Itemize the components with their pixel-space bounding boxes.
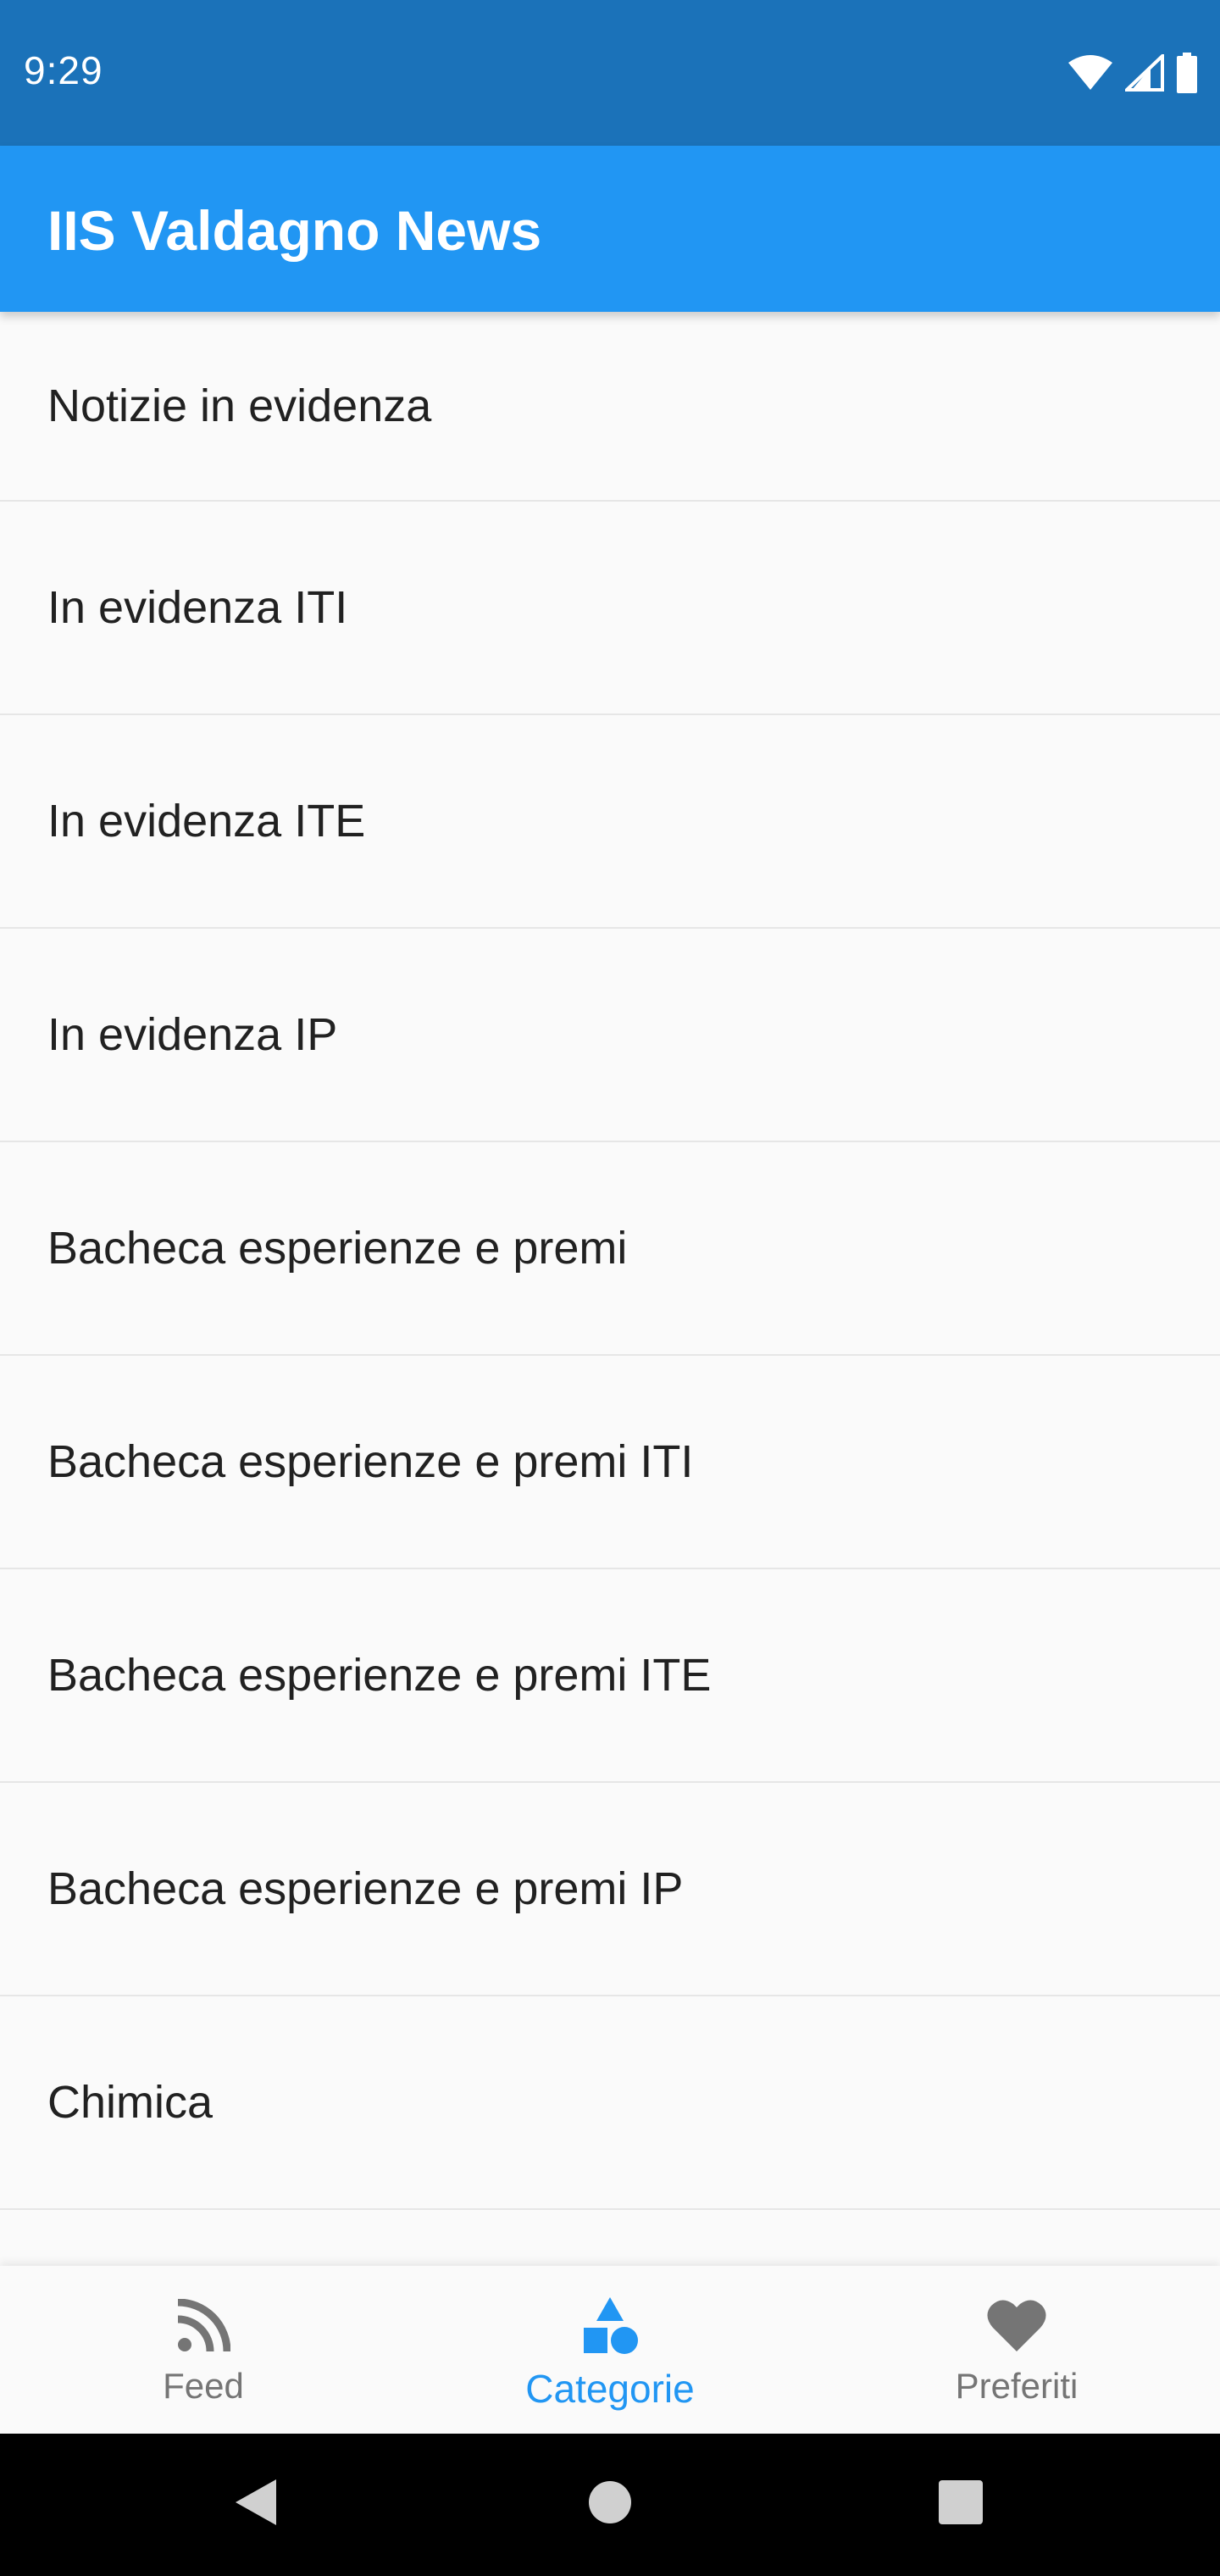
category-label: Bacheca esperienze e premi IP [47, 1863, 684, 1914]
category-label: In evidenza IP [47, 1009, 338, 1060]
bottom-navigation: Feed Categorie Preferiti [0, 2266, 1220, 2434]
category-item[interactable]: Bacheca esperienze e premi [0, 1142, 1220, 1356]
nav-label-categorie: Categorie [525, 2367, 695, 2411]
wifi-icon [1068, 55, 1112, 90]
category-label: In evidenza ITE [47, 796, 366, 847]
category-item[interactable]: In evidenza ITE [0, 715, 1220, 929]
category-item[interactable]: Bacheca esperienze e premi ITI [0, 1356, 1220, 1569]
category-label: Chimica [47, 2077, 214, 2128]
category-label: Bacheca esperienze e premi ITE [47, 1650, 712, 1701]
cellular-signal-icon [1125, 54, 1164, 92]
system-navigation-bar [0, 2434, 1220, 2576]
nav-item-feed[interactable]: Feed [0, 2266, 407, 2434]
category-item[interactable]: Chimica [0, 1996, 1220, 2210]
status-time: 9:29 [24, 48, 103, 92]
category-shapes-icon [584, 2297, 638, 2354]
app-title: IIS Valdagno News [47, 199, 542, 262]
nav-label-feed: Feed [163, 2366, 244, 2406]
nav-label-preferiti: Preferiti [955, 2366, 1079, 2406]
category-item[interactable]: In evidenza IP [0, 929, 1220, 1142]
category-item[interactable]: In evidenza ITI [0, 502, 1220, 715]
category-label: Notizie in evidenza [47, 380, 432, 431]
status-bar: 9:29 [0, 0, 1220, 146]
back-icon[interactable] [230, 2476, 280, 2529]
rss-feed-icon [177, 2299, 230, 2352]
category-item[interactable]: Bacheca esperienze e premi IP [0, 1783, 1220, 1996]
category-item[interactable]: Bacheca esperienze e premi ITE [0, 1569, 1220, 1783]
status-icons [1068, 51, 1198, 95]
heart-icon [987, 2300, 1046, 2351]
nav-item-preferiti[interactable]: Preferiti [813, 2266, 1220, 2434]
battery-icon [1177, 53, 1197, 93]
app-bar: IIS Valdagno News [0, 146, 1220, 312]
category-item[interactable]: Notizie in evidenza [0, 312, 1220, 502]
recents-icon[interactable] [937, 2476, 984, 2529]
nav-item-categorie[interactable]: Categorie [407, 2266, 813, 2434]
category-list: Notizie in evidenza In evidenza ITI In e… [0, 312, 1220, 2266]
home-icon[interactable] [586, 2476, 634, 2529]
category-label: In evidenza ITI [47, 582, 348, 633]
category-label: Bacheca esperienze e premi [47, 1223, 628, 1274]
category-label: Bacheca esperienze e premi ITI [47, 1436, 694, 1487]
